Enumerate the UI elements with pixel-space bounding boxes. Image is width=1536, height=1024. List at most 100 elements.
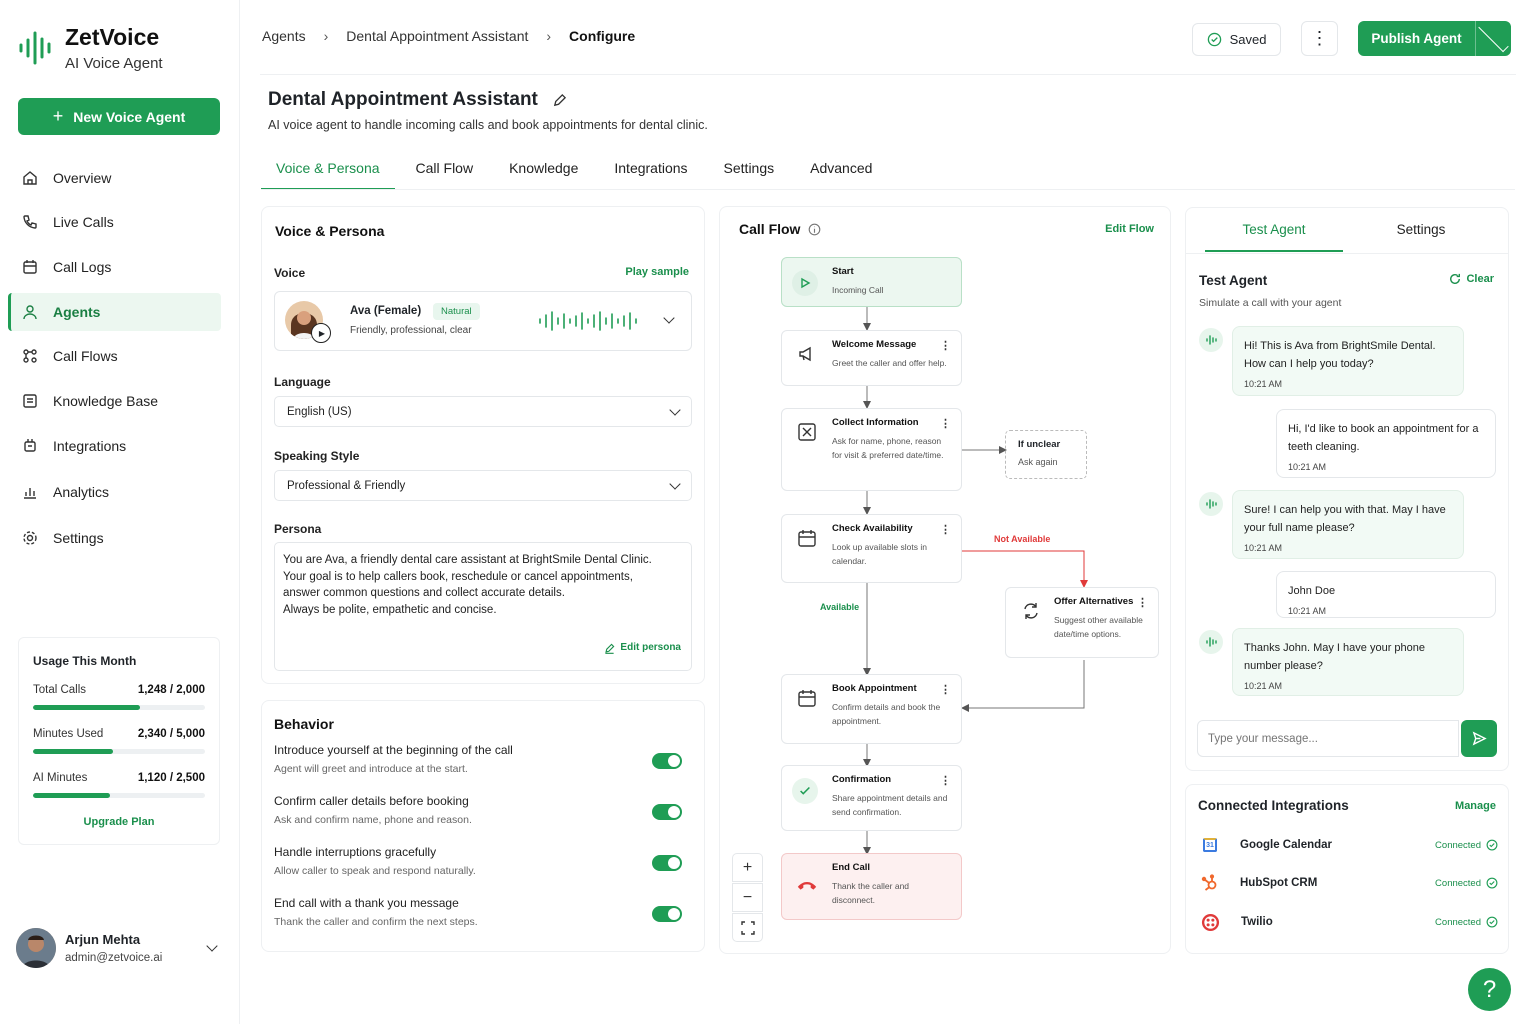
avatar	[16, 928, 56, 968]
tab-call-flow[interactable]: Call Flow	[401, 150, 489, 190]
status-text: Connected	[1435, 916, 1481, 928]
sidebar-item-call-flows[interactable]: Call Flows	[8, 337, 221, 375]
behavior-item-desc: Thank the caller and confirm the next st…	[274, 916, 478, 928]
persona-textarea[interactable]: You are Ava, a friendly dental care assi…	[274, 542, 692, 671]
sidebar-item-settings[interactable]: Settings	[8, 519, 221, 557]
voice-label: Voice	[274, 266, 306, 280]
user-profile[interactable]: Arjun Mehta admin@zetvoice.ai	[16, 926, 226, 970]
flow-node-end-call[interactable]: End Call Thank the caller and disconnect…	[781, 853, 962, 920]
publish-dropdown-toggle[interactable]	[1475, 21, 1511, 56]
play-sample-link[interactable]: Play sample	[625, 266, 689, 278]
header-divider	[260, 74, 1516, 75]
usage-value: 1,248 / 2,000	[137, 684, 205, 696]
voice-selector[interactable]: ▶ Ava (Female) Natural Friendly, profess…	[274, 291, 692, 351]
usage-row-ai-minutes: AI Minutes 1,120 / 2,500	[33, 772, 205, 784]
kebab-icon[interactable]: ⋮	[940, 683, 951, 696]
chart-icon	[22, 484, 38, 500]
kebab-icon[interactable]: ⋮	[940, 339, 951, 352]
saved-label: Saved	[1229, 32, 1267, 47]
publish-agent-button[interactable]: Publish Agent	[1358, 21, 1511, 56]
flow-node-check-availability[interactable]: Check Availability Look up available slo…	[781, 514, 962, 583]
check-circle-icon	[1207, 32, 1221, 47]
flow-node-collect-info[interactable]: Collect Information Ask for name, phone,…	[781, 408, 962, 491]
sidebar-item-knowledge-base[interactable]: Knowledge Base	[8, 382, 221, 420]
kebab-icon[interactable]: ⋮	[1137, 596, 1148, 609]
behavior-toggle[interactable]	[652, 753, 682, 769]
edit-persona-link[interactable]: Edit persona	[604, 640, 681, 657]
language-select[interactable]: English (US)	[274, 396, 692, 427]
send-message-button[interactable]	[1461, 720, 1497, 757]
tab-knowledge[interactable]: Knowledge	[494, 150, 593, 190]
tab-test-settings[interactable]: Settings	[1356, 222, 1486, 252]
behavior-toggle[interactable]	[652, 906, 682, 922]
breadcrumb-agents[interactable]: Agents	[262, 28, 306, 44]
fit-view-button[interactable]	[732, 913, 763, 942]
kebab-icon[interactable]: ⋮	[940, 523, 951, 536]
help-button[interactable]: ?	[1468, 968, 1511, 1011]
flow-node-offer-alternatives[interactable]: Offer Alternatives Suggest other availab…	[1005, 587, 1159, 658]
tab-voice-persona[interactable]: Voice & Persona	[261, 150, 395, 190]
chat-message-input[interactable]	[1197, 720, 1459, 757]
upgrade-plan-link[interactable]: Upgrade Plan	[33, 816, 205, 828]
flow-node-book-appointment[interactable]: Book Appointment Confirm details and boo…	[781, 674, 962, 744]
sidebar-item-overview[interactable]: Overview	[8, 159, 221, 197]
flow-node-confirmation[interactable]: Confirmation Share appointment details a…	[781, 765, 962, 831]
voice-description: Friendly, professional, clear	[350, 325, 472, 336]
kebab-icon[interactable]: ⋮	[940, 417, 951, 430]
behavior-toggle[interactable]	[652, 855, 682, 871]
check-circle-icon	[1486, 916, 1498, 928]
sidebar-item-integrations[interactable]: Integrations	[8, 427, 221, 465]
new-voice-agent-button[interactable]: + New Voice Agent	[18, 98, 220, 135]
saved-status-button[interactable]: Saved	[1192, 23, 1281, 56]
sidebar-item-live-calls[interactable]: Live Calls	[8, 203, 221, 241]
tabs-divider	[261, 189, 1515, 190]
breadcrumb-agent-name[interactable]: Dental Appointment Assistant	[346, 28, 528, 44]
flow-node-title: End Call	[832, 862, 871, 873]
flow-label-not-available: Not Available	[994, 534, 1051, 544]
publish-label: Publish Agent	[1371, 31, 1462, 46]
status-text: Connected	[1435, 839, 1481, 851]
integration-google-calendar[interactable]: 31 Google Calendar Connected	[1198, 834, 1498, 856]
zoom-in-button[interactable]: +	[732, 853, 763, 882]
status-text: Connected	[1435, 877, 1481, 889]
edit-pencil-icon[interactable]	[552, 93, 567, 108]
sidebar-item-call-logs[interactable]: Call Logs	[8, 248, 221, 286]
plus-icon: +	[52, 106, 64, 126]
sidebar-item-agents[interactable]: Agents	[8, 293, 221, 331]
integration-twilio[interactable]: Twilio Connected	[1198, 911, 1498, 933]
usage-progress-bar	[33, 749, 205, 754]
clear-chat-button[interactable]: Clear	[1449, 273, 1494, 285]
tab-advanced[interactable]: Advanced	[795, 150, 887, 190]
usage-label: AI Minutes	[33, 772, 88, 784]
speaking-style-select[interactable]: Professional & Friendly	[274, 470, 692, 501]
flow-node-welcome[interactable]: Welcome Message Greet the caller and off…	[781, 330, 962, 386]
user-email: admin@zetvoice.ai	[65, 952, 163, 964]
behavior-item-title: Handle interruptions gracefully	[274, 845, 437, 859]
sidebar-item-analytics[interactable]: Analytics	[8, 473, 221, 511]
sidebar-item-label: Call Flows	[53, 348, 118, 364]
kebab-icon[interactable]: ⋮	[940, 774, 951, 787]
manage-integrations-link[interactable]: Manage	[1455, 800, 1496, 812]
chevron-down-icon	[669, 403, 681, 416]
plug-icon	[22, 438, 38, 454]
zoom-out-button[interactable]: −	[732, 883, 763, 912]
fullscreen-icon	[740, 920, 755, 935]
play-voice-button[interactable]: ▶	[311, 323, 331, 343]
behavior-item-thank-you: End call with a thank you message Thank t…	[274, 896, 682, 928]
tab-test-agent[interactable]: Test Agent	[1205, 222, 1343, 252]
info-icon[interactable]	[808, 223, 821, 236]
tab-integrations[interactable]: Integrations	[599, 150, 702, 190]
more-options-button[interactable]: ⋮	[1301, 21, 1338, 56]
behavior-title: Behavior	[274, 716, 334, 732]
behavior-toggle[interactable]	[652, 804, 682, 820]
chevron-down-icon	[663, 312, 675, 324]
flow-node-if-unclear[interactable]: If unclear Ask again	[1005, 430, 1087, 479]
sidebar-item-label: Agents	[53, 304, 101, 320]
edit-flow-link[interactable]: Edit Flow	[1105, 223, 1154, 235]
brand-logo[interactable]: ZetVoice AI Voice Agent	[18, 24, 163, 72]
page-title-text: Dental Appointment Assistant	[268, 89, 538, 110]
integration-hubspot[interactable]: HubSpot CRM Connected	[1198, 872, 1498, 894]
flow-node-start[interactable]: Start Incoming Call	[781, 257, 962, 307]
test-agent-subtitle: Simulate a call with your agent	[1199, 297, 1342, 309]
tab-settings[interactable]: Settings	[709, 150, 790, 190]
